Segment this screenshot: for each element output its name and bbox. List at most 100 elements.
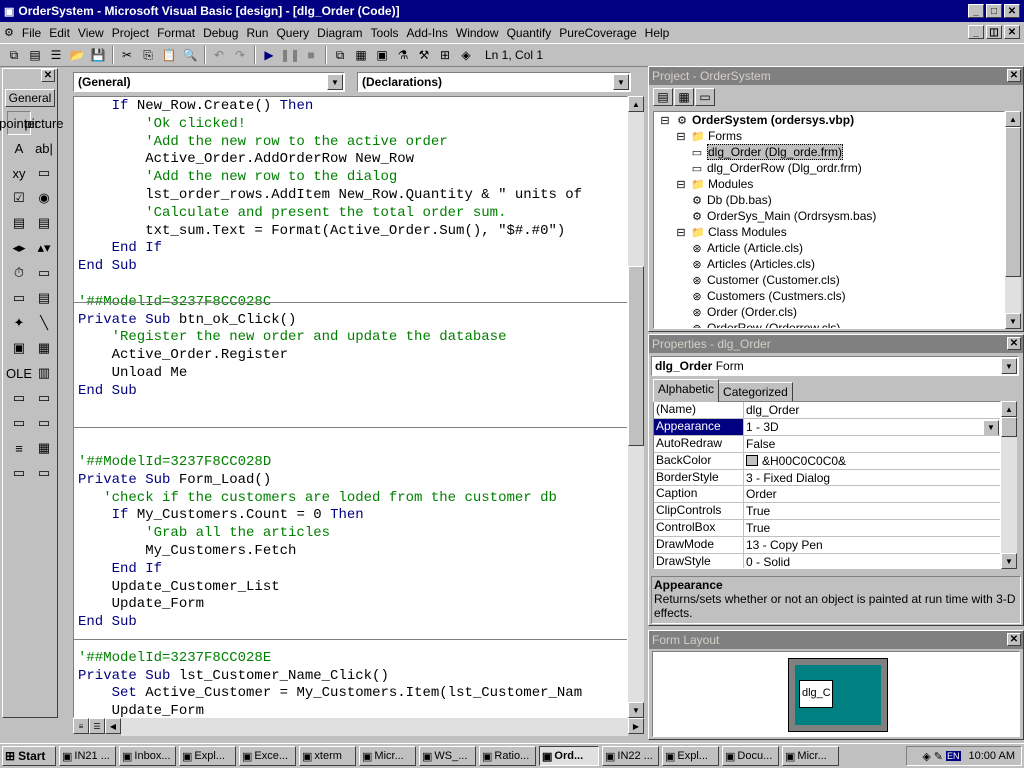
tab-categorized[interactable]: Categorized	[719, 382, 793, 401]
find-icon[interactable]: 🔍	[180, 46, 200, 64]
property-name[interactable]: Caption	[654, 486, 744, 503]
taskbar-button[interactable]: ▣ WS_...	[419, 746, 476, 766]
toolbox-tool-icon[interactable]: ▭	[7, 461, 31, 485]
toolbox-tool-icon[interactable]: ▤	[32, 211, 56, 235]
toolbox-close-icon[interactable]: ✕	[41, 69, 55, 82]
tree-node[interactable]: ⊛ Customer (Customer.cls)	[654, 272, 1004, 288]
menu-diagram[interactable]: Diagram	[313, 26, 366, 40]
toolbox-tool-icon[interactable]: ▭	[32, 161, 56, 185]
code-line[interactable]	[78, 436, 582, 454]
property-name[interactable]: DrawMode	[654, 537, 744, 554]
child-close-icon[interactable]: ✕	[1004, 25, 1020, 39]
toolbox-tool-icon[interactable]: ab|	[32, 136, 56, 160]
property-row[interactable]: Appearance 1 - 3D ▼	[654, 418, 1000, 436]
object-browser-icon[interactable]: ⚗	[393, 46, 413, 64]
form-layout-close-icon[interactable]: ✕	[1007, 633, 1021, 646]
code-line[interactable]: Update_Form	[78, 596, 582, 614]
taskbar-button[interactable]: ▣ Ord...	[539, 746, 599, 766]
properties-close-icon[interactable]: ✕	[1007, 337, 1021, 350]
add-project-icon[interactable]: ⧉	[4, 46, 24, 64]
taskbar-button[interactable]: ▣ Expl...	[179, 746, 236, 766]
chevron-down-icon[interactable]: ▼	[327, 74, 343, 90]
tree-node[interactable]: ▭ dlg_Order (Dlg_orde.frm)	[654, 144, 1004, 160]
form-layout-icon[interactable]: ▣	[372, 46, 392, 64]
speaker-icon[interactable]: ◈	[922, 750, 930, 763]
tree-node[interactable]: ⊛ Customers (Custmers.cls)	[654, 288, 1004, 304]
taskbar-button[interactable]: ▣ xterm	[299, 746, 356, 766]
property-value[interactable]: False	[744, 436, 1000, 452]
minimize-icon[interactable]: _	[968, 4, 984, 18]
property-value[interactable]: Order	[744, 486, 1000, 502]
toolbox-tool-icon[interactable]: picture	[24, 111, 63, 135]
maximize-icon[interactable]: □	[986, 4, 1002, 18]
scroll-up-icon[interactable]: ▲	[1001, 401, 1017, 417]
tab-alphabetic[interactable]: Alphabetic	[653, 379, 720, 402]
menu-window[interactable]: Window	[452, 26, 503, 40]
code-line[interactable]: End Sub	[78, 614, 582, 632]
collapse-icon[interactable]: ⊟	[674, 178, 688, 191]
toolbox-tool-icon[interactable]: ☑	[7, 186, 31, 210]
code-line[interactable]: End If	[78, 240, 582, 258]
toolbox-tool-icon[interactable]: ╲	[32, 311, 56, 335]
tree-node[interactable]: ⊟ ⚙ OrderSystem (ordersys.vbp)	[654, 112, 1004, 128]
scroll-up-icon[interactable]: ▲	[1005, 111, 1021, 127]
toolbox-general-tab[interactable]: General	[5, 89, 55, 107]
scroll-thumb[interactable]	[1005, 127, 1021, 277]
code-line[interactable]: 'Register the new order and update the d…	[78, 329, 582, 347]
scroll-thumb[interactable]	[628, 266, 644, 446]
data-view-icon[interactable]: ⊞	[435, 46, 455, 64]
property-grid[interactable]: (Name) dlg_Order Appearance 1 - 3D ▼ AutoRedr…	[653, 401, 1001, 569]
code-line[interactable]: txt_sum.Text = Format(Active_Order.Sum()…	[78, 223, 582, 241]
undo-icon[interactable]: ↶	[209, 46, 229, 64]
property-name[interactable]: BackColor	[654, 452, 744, 469]
menu-addins[interactable]: Add-Ins	[403, 26, 452, 40]
code-line[interactable]: End If	[78, 561, 582, 579]
view-code-icon[interactable]: ▤	[653, 88, 673, 106]
code-line[interactable]: Active_Order.AddOrderRow New_Row	[78, 151, 582, 169]
collapse-icon[interactable]: ⊟	[674, 130, 688, 143]
toolbox-tool-icon[interactable]: ▦	[32, 336, 56, 360]
code-line[interactable]: 'Ok clicked!	[78, 116, 582, 134]
tree-node[interactable]: ⊛ OrderRow (Orderrow.cls)	[654, 320, 1004, 328]
vb-app-icon[interactable]: ▣	[4, 5, 14, 18]
property-value[interactable]: True	[744, 503, 1000, 519]
tree-node[interactable]: ⊟ 📁 Class Modules	[654, 224, 1004, 240]
property-name[interactable]: ClipControls	[654, 503, 744, 520]
properties-window-icon[interactable]: ▦	[351, 46, 371, 64]
code-line[interactable]: Update_Customer_List	[78, 579, 582, 597]
code-line[interactable]: If New_Row.Create() Then	[78, 98, 582, 116]
property-row[interactable]: BackColor &H00C0C0C0&	[654, 452, 1000, 470]
code-line[interactable]: 'check if the customers are loded from t…	[78, 490, 582, 508]
add-form-icon[interactable]: ▤	[25, 46, 45, 64]
full-module-view-icon[interactable]: ☰	[89, 718, 105, 734]
property-row[interactable]: Caption Order	[654, 486, 1000, 504]
scroll-up-icon[interactable]: ▲	[628, 96, 644, 112]
copy-icon[interactable]: ⎘	[138, 46, 158, 64]
scroll-left-icon[interactable]: ◀	[105, 718, 121, 734]
toolbox-tool-icon[interactable]: ◉	[32, 186, 56, 210]
form-position-thumb[interactable]: dlg_C	[799, 680, 833, 708]
code-line[interactable]: lst_order_rows.AddItem New_Row.Quantity …	[78, 187, 582, 205]
child-minimize-icon[interactable]: _	[968, 25, 984, 39]
object-selector[interactable]: dlg_Order Form ▼	[651, 356, 1019, 376]
code-text[interactable]: If New_Row.Create() Then 'Ok clicked! 'A…	[78, 98, 582, 717]
property-name[interactable]: DrawStyle	[654, 554, 744, 568]
property-row[interactable]: DrawMode 13 - Copy Pen	[654, 537, 1000, 555]
pause-icon[interactable]: ❚❚	[280, 46, 300, 64]
toolbox-tool-icon[interactable]: ▭	[32, 461, 56, 485]
scroll-down-icon[interactable]: ▼	[1001, 553, 1017, 569]
toolbox-tool-icon[interactable]: ▭	[7, 286, 31, 310]
property-row[interactable]: ClipControls True	[654, 503, 1000, 521]
taskbar-button[interactable]: ▣ IN21 ...	[59, 746, 116, 766]
chevron-down-icon[interactable]: ▼	[1001, 358, 1017, 374]
code-line[interactable]: If My_Customers.Count = 0 Then	[78, 507, 582, 525]
menu-editor-icon[interactable]: ☰	[46, 46, 66, 64]
menu-help[interactable]: Help	[641, 26, 674, 40]
toolbox-tool-icon[interactable]: ✦	[7, 311, 31, 335]
taskbar-button[interactable]: ▣ Exce...	[239, 746, 296, 766]
stop-icon[interactable]: ■	[301, 46, 321, 64]
toolbox-tool-icon[interactable]: ▭	[32, 386, 56, 410]
toolbox-tool-icon[interactable]: ▥	[32, 361, 56, 385]
scroll-down-icon[interactable]: ▼	[1005, 313, 1021, 329]
code-line[interactable]: Private Sub btn_ok_Click()	[78, 312, 582, 330]
